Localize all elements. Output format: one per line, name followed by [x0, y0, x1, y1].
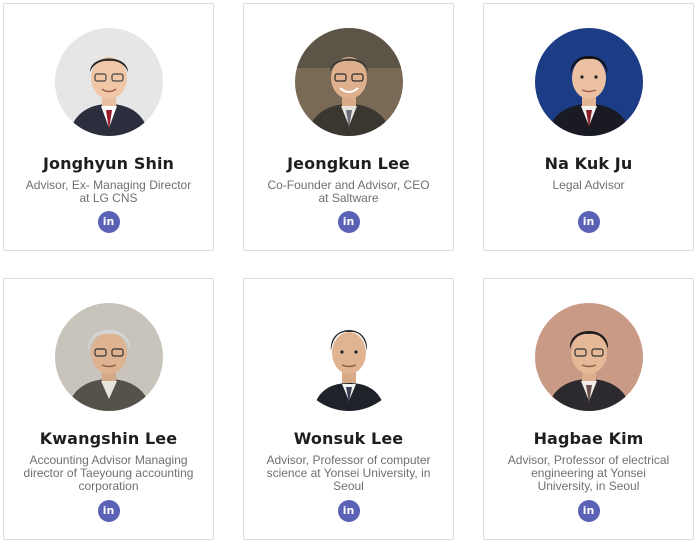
advisor-photo: [534, 303, 643, 411]
advisor-photo: [534, 28, 643, 136]
advisor-photo: [294, 303, 403, 411]
advisor-role: Legal Advisor: [552, 178, 625, 192]
avatar: [294, 28, 403, 136]
advisor-name: Jeongkun Lee: [287, 154, 410, 173]
advisor-role: Accounting Advisor Managing director of …: [23, 453, 194, 493]
advisor-name: Kwangshin Lee: [39, 429, 178, 448]
advisor-card: Hagbae Kim Advisor, Professor of electri…: [483, 278, 694, 540]
advisor-card: Na Kuk Ju Legal Advisor in: [483, 3, 694, 251]
advisor-card: Jeongkun Lee Co-Founder and Advisor, CEO…: [243, 3, 454, 251]
advisor-role: Advisor, Ex- Managing Director at LG CNS: [25, 178, 192, 205]
advisor-card: Jonghyun Shin Advisor, Ex- Managing Dire…: [3, 3, 214, 251]
advisor-card: Wonsuk Lee Advisor, Professor of compute…: [243, 278, 454, 540]
advisor-role: Co-Founder and Advisor, CEO at Saltware: [267, 178, 430, 205]
avatar: [294, 303, 403, 411]
linkedin-icon[interactable]: in: [577, 500, 600, 522]
avatar: [534, 303, 643, 411]
advisor-role: Advisor, Professor of computer science a…: [266, 453, 431, 493]
linkedin-icon[interactable]: in: [577, 211, 600, 233]
advisor-name: Wonsuk Lee: [293, 429, 404, 448]
advisor-photo: [54, 303, 163, 411]
linkedin-icon[interactable]: in: [337, 500, 360, 522]
linkedin-icon[interactable]: in: [337, 211, 360, 233]
advisor-name: Hagbae Kim: [533, 429, 644, 448]
avatar: [54, 28, 163, 136]
advisor-card: Kwangshin Lee Accounting Advisor Managin…: [3, 278, 214, 540]
advisor-name: Na Kuk Ju: [544, 154, 633, 173]
advisor-photo: [54, 28, 163, 136]
advisor-photo: [294, 28, 403, 136]
linkedin-icon[interactable]: in: [97, 500, 120, 522]
advisor-grid: Jonghyun Shin Advisor, Ex- Managing Dire…: [0, 0, 698, 559]
advisor-name: Jonghyun Shin: [42, 154, 175, 173]
linkedin-icon[interactable]: in: [97, 211, 120, 233]
avatar: [54, 303, 163, 411]
advisor-role: Advisor, Professor of electrical enginee…: [507, 453, 670, 493]
avatar: [534, 28, 643, 136]
